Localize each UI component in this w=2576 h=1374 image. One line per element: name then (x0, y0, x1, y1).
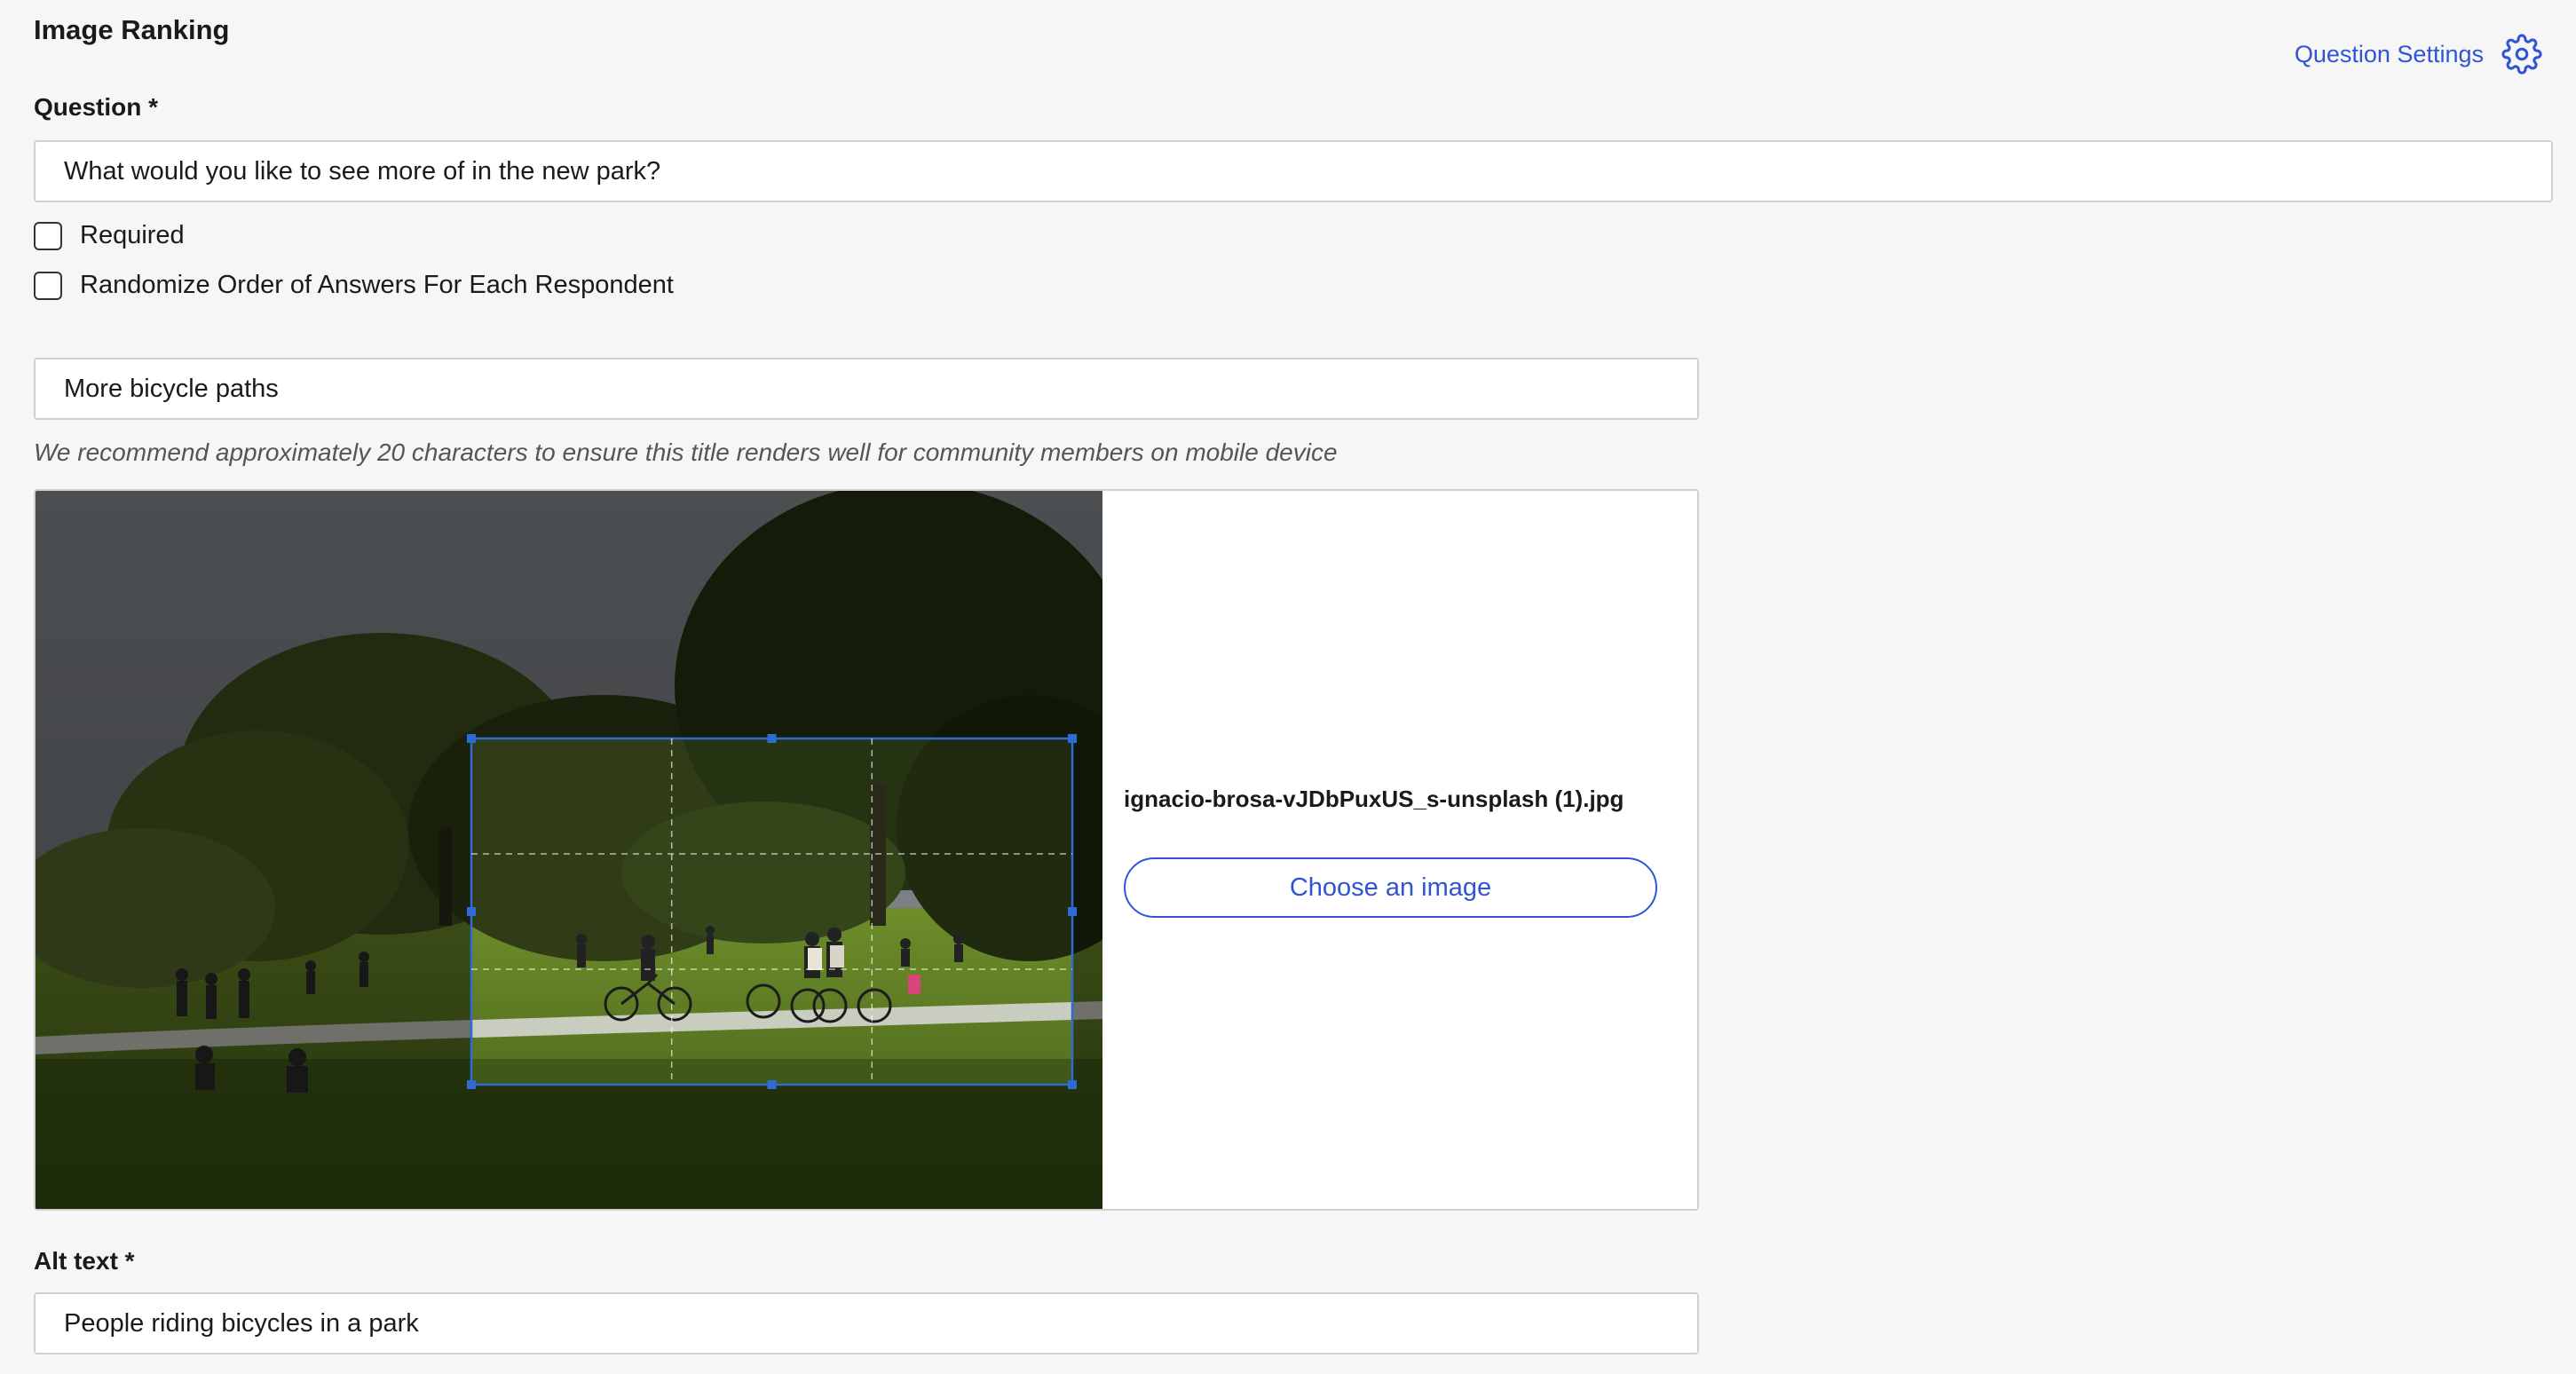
question-settings-link[interactable]: Question Settings (2295, 34, 2542, 75)
question-input[interactable]: What would you like to see more of in th… (34, 140, 2553, 202)
page-title: Image Ranking (34, 14, 230, 45)
park-photo-cropper[interactable] (36, 491, 1102, 1209)
randomize-checkbox[interactable] (34, 271, 62, 300)
randomize-label: Randomize Order of Answers For Each Resp… (80, 271, 674, 299)
image-card: ignacio-brosa-vJDbPuxUS_s-unsplash (1).j… (34, 489, 1699, 1211)
required-checkbox[interactable] (34, 221, 62, 250)
choose-image-button[interactable]: Choose an image (1124, 857, 1657, 918)
alt-text-input[interactable]: People riding bicycles in a park (34, 1292, 1699, 1354)
randomize-option: Randomize Order of Answers For Each Resp… (34, 271, 674, 300)
question-settings-label: Question Settings (2294, 40, 2484, 67)
question-label: Question * (34, 93, 159, 121)
answer-title-input[interactable]: More bicycle paths (34, 358, 1699, 420)
required-label: Required (80, 221, 185, 249)
gear-icon[interactable] (2501, 34, 2542, 75)
required-option: Required (34, 221, 185, 250)
title-length-hint: We recommend approximately 20 characters… (34, 438, 1338, 466)
image-filename: ignacio-brosa-vJDbPuxUS_s-unsplash (1).j… (1124, 786, 1624, 812)
alt-text-label: Alt text * (34, 1247, 135, 1275)
